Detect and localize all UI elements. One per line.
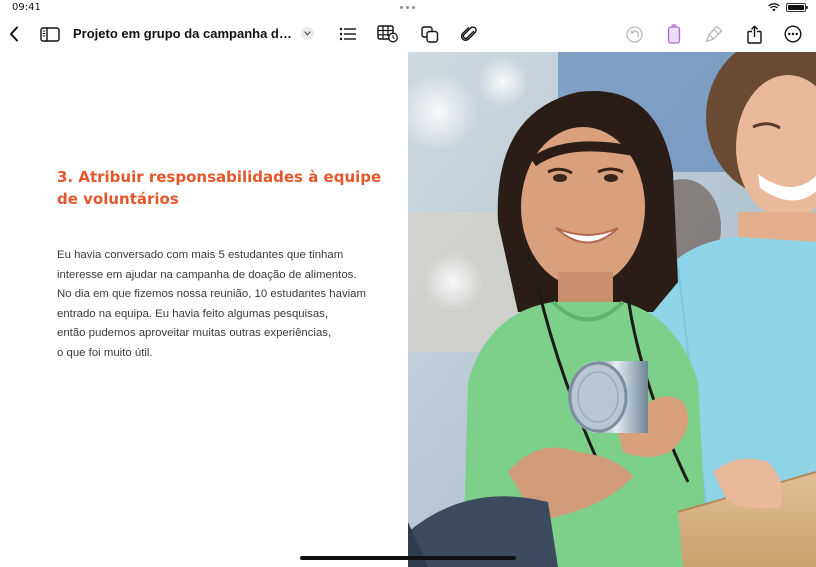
body-line: Eu havia conversado com mais 5 estudante… [57, 249, 344, 261]
body-paragraph: Eu havia conversado com mais 5 estudante… [57, 246, 377, 364]
body-line: o que foi muito útil. [57, 346, 153, 359]
pen-icon [705, 25, 723, 43]
highlighter-button[interactable] [664, 16, 684, 52]
undo-button[interactable] [624, 16, 644, 52]
undo-icon [625, 25, 643, 43]
chevron-down-icon [304, 31, 311, 36]
status-bar: 09:41 [0, 0, 816, 16]
table-button[interactable] [376, 16, 400, 52]
document-page[interactable]: 3. Atribuir responsabilidades à equipe d… [0, 52, 408, 567]
body-line: então pudemos aproveitar muitas outras e… [57, 327, 332, 340]
multitasking-dots[interactable] [400, 6, 415, 9]
attachment-button[interactable] [459, 16, 479, 52]
share-icon [746, 25, 762, 44]
home-indicator[interactable] [300, 556, 516, 560]
share-button[interactable] [744, 16, 764, 52]
list-button[interactable] [337, 16, 359, 52]
ellipsis-circle-icon [784, 25, 802, 43]
shapes-icon [421, 25, 439, 43]
heading-line: de voluntários [57, 190, 179, 208]
shapes-button[interactable] [419, 16, 441, 52]
volunteers-photo-illustration [408, 52, 816, 567]
body-line: entrado na equipa. Eu havia feito alguma… [57, 307, 329, 320]
title-menu-button[interactable] [301, 27, 314, 40]
battery-icon [786, 3, 808, 12]
status-time: 09:41 [12, 2, 41, 13]
document-title[interactable]: Projeto em grupo da campanha de doa... [73, 26, 299, 41]
chevron-left-icon [10, 26, 18, 42]
paperclip-icon [461, 26, 477, 41]
back-button[interactable] [4, 16, 24, 52]
heading-line: 3. Atribuir responsabilidades à equipe [57, 168, 382, 186]
body-line: interesse em ajudar na campanha de doaçã… [57, 268, 357, 281]
list-icon [339, 27, 356, 41]
wifi-icon [768, 3, 780, 12]
body-line: No dia em que fizemos nossa reunião, 10 … [57, 288, 366, 301]
table-icon [377, 25, 398, 43]
more-button[interactable] [783, 16, 803, 52]
highlighter-icon [667, 24, 681, 44]
status-indicators [768, 3, 808, 12]
section-heading: 3. Atribuir responsabilidades à equipe d… [57, 166, 382, 210]
toolbar: Projeto em grupo da campanha de doa... [0, 16, 816, 52]
sidebar-button[interactable] [39, 16, 61, 52]
volunteers-photo[interactable] [408, 52, 816, 567]
pen-button[interactable] [704, 16, 724, 52]
sidebar-icon [40, 26, 60, 42]
